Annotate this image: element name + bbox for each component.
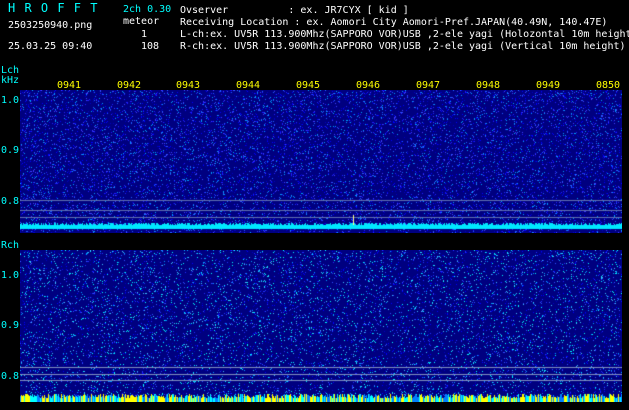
rch-ytick-1-0: 1.0 <box>1 270 20 281</box>
lch-ytick-1-0: 1.0 <box>1 95 20 106</box>
rch-ytick-0-9: 0.9 <box>1 320 20 331</box>
lch-ytick-0-8: 0.8 <box>1 196 20 207</box>
meteor-count-rch: 108 <box>141 41 160 52</box>
filename-label: 2503250940.png <box>8 20 93 31</box>
rch-spectrogram <box>20 250 622 402</box>
lch-unit: kHz <box>1 75 20 86</box>
lch-spectrogram <box>20 90 622 233</box>
meteor-label: meteor <box>123 16 160 27</box>
observer-info: Ovserver : ex. JR7CYX [ kid ] <box>180 5 409 16</box>
meteor-count-lch: 1 <box>141 29 148 40</box>
datetime-label: 25.03.25 09:40 <box>8 41 93 52</box>
brand-title: H R O F F T <box>8 1 99 15</box>
hroft-display: H R O F F T 2ch 0.30 2503250940.png mete… <box>0 0 629 410</box>
location-info: Receiving Location : ex. Aomori City Aom… <box>180 17 608 28</box>
rch-label: Rch <box>1 240 20 251</box>
rch-receiver-info: R-ch:ex. UV5R 113.900Mhz(SAPPORO VOR)USB… <box>180 41 626 52</box>
lch-receiver-info: L-ch:ex. UV5R 113.900Mhz(SAPPORO VOR)USB… <box>180 29 629 40</box>
rch-ytick-0-8: 0.8 <box>1 371 20 382</box>
mode-label: 2ch 0.30 <box>123 4 172 15</box>
lch-ytick-0-9: 0.9 <box>1 145 20 156</box>
